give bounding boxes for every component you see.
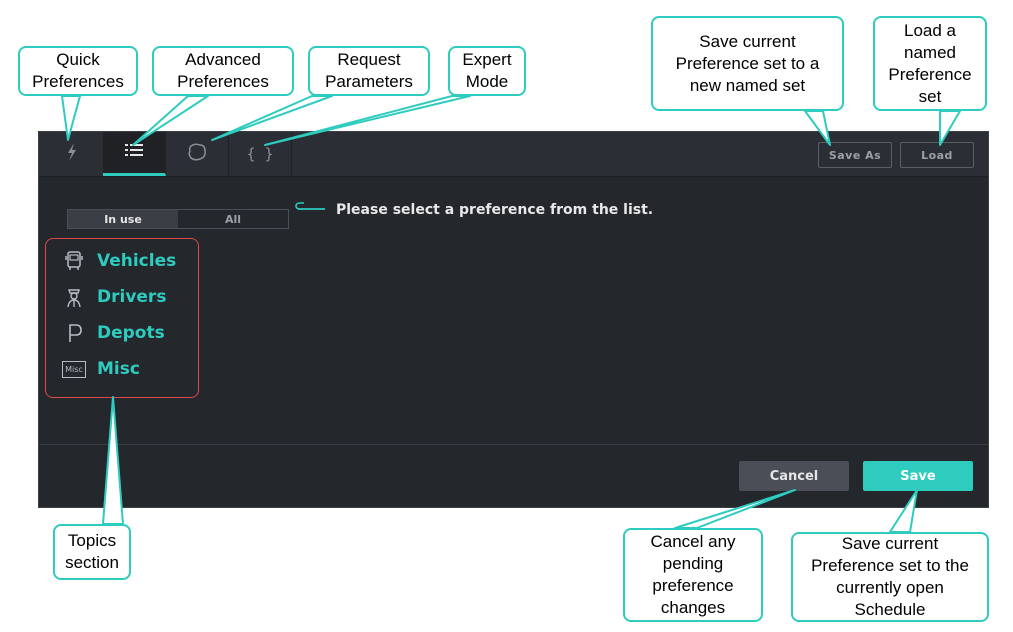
globe-icon: [186, 142, 208, 167]
tab-bar: { } Save As Load: [39, 132, 988, 177]
return-arrow-icon: [294, 201, 326, 219]
callout-load: Load a named Preference set: [873, 16, 987, 111]
load-label: Load: [921, 148, 953, 162]
tab-quick-preferences[interactable]: [41, 132, 104, 176]
topic-label: Misc: [97, 359, 140, 379]
tab-advanced-preferences[interactable]: [103, 132, 166, 176]
footer-divider: [39, 444, 988, 445]
save-as-label: Save As: [828, 148, 882, 162]
bus-icon: [59, 249, 89, 273]
filter-in-use-option[interactable]: In use: [68, 210, 178, 228]
usage-filter-toggle: In use All: [67, 209, 289, 229]
save-button[interactable]: Save: [863, 461, 973, 491]
callout-advanced-preferences: Advanced Preferences: [152, 46, 294, 96]
cancel-label: Cancel: [769, 468, 819, 484]
topic-label: Depots: [97, 323, 165, 343]
lightning-icon: [65, 142, 79, 167]
callout-save: Save current Preference set to the curre…: [791, 532, 989, 622]
topic-misc[interactable]: Misc Misc: [59, 357, 140, 381]
topic-drivers[interactable]: Drivers: [59, 285, 166, 309]
parking-icon: [59, 321, 89, 345]
misc-icon: Misc: [59, 357, 89, 381]
braces-icon: { }: [246, 145, 274, 163]
preferences-panel: { } Save As Load In use All Please selec…: [38, 131, 989, 508]
callout-cancel: Cancel any pending preference changes: [623, 528, 763, 622]
tab-request-parameters[interactable]: [166, 132, 229, 176]
cancel-button[interactable]: Cancel: [739, 461, 849, 491]
callout-request-parameters: Request Parameters: [308, 46, 430, 96]
load-button[interactable]: Load: [900, 142, 974, 168]
topic-vehicles[interactable]: Vehicles: [59, 249, 176, 273]
topic-depots[interactable]: Depots: [59, 321, 165, 345]
filter-all-option[interactable]: All: [178, 210, 288, 228]
list-icon: [124, 142, 144, 163]
topic-label: Drivers: [97, 287, 167, 307]
save-label: Save: [900, 468, 936, 484]
topic-label: Vehicles: [97, 251, 177, 271]
tab-expert-mode[interactable]: { }: [229, 132, 292, 176]
selection-prompt: Please select a preference from the list…: [294, 201, 653, 219]
save-as-button[interactable]: Save As: [818, 142, 892, 168]
prompt-text: Please select a preference from the list…: [336, 202, 654, 218]
callout-expert-mode: Expert Mode: [448, 46, 526, 96]
callout-topics-section: Topics section: [53, 524, 131, 580]
misc-icon-text: Misc: [62, 360, 86, 378]
callout-save-as: Save current Preference set to a new nam…: [651, 16, 844, 111]
callout-quick-preferences: Quick Preferences: [18, 46, 138, 96]
driver-icon: [59, 285, 89, 309]
